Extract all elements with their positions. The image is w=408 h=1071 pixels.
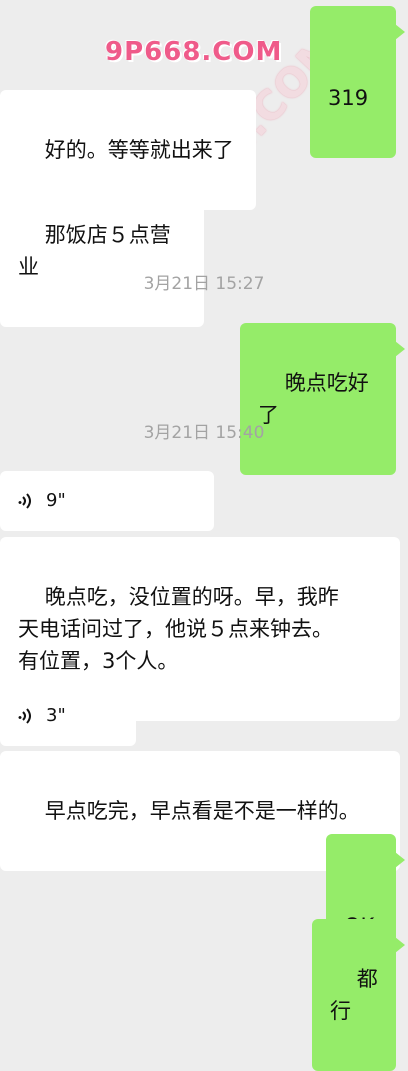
message-text: 晚点吃，没位置的呀。早，我昨 天电话问过了，他说５点来钟去。 有位置，3个人。 bbox=[18, 585, 339, 673]
watermark-9p668: 9P668.COM bbox=[105, 37, 283, 67]
message-text: 早点吃完，早点看是不是一样的。 bbox=[44, 799, 360, 823]
voice-duration: 9" bbox=[46, 490, 66, 511]
message-text: 319 bbox=[328, 86, 369, 110]
chat-window: 9P668.COM 91PORN.COM 319 好的。等等就出来了 那饭店５点… bbox=[0, 0, 408, 1071]
voice-wave-icon bbox=[18, 708, 31, 724]
message-bubble-incoming[interactable]: 那饭店５点营业 bbox=[0, 175, 204, 327]
message-bubble-outgoing[interactable]: 都行 bbox=[312, 919, 405, 1071]
message-bubble-outgoing[interactable]: 319 bbox=[310, 6, 405, 158]
message-timestamp: 3月21日 15:40 bbox=[143, 423, 265, 443]
message-text: 好的。等等就出来了 bbox=[44, 138, 234, 162]
voice-message-bubble[interactable]: 9" bbox=[0, 471, 214, 531]
message-text: 那饭店５点营业 bbox=[18, 223, 171, 279]
voice-duration: 3" bbox=[46, 705, 66, 726]
voice-message-bubble[interactable]: 3" bbox=[0, 686, 136, 746]
message-bubble-outgoing[interactable]: 晚点吃好了 bbox=[240, 323, 405, 475]
message-text: 晚点吃好了 bbox=[258, 371, 369, 427]
message-timestamp: 3月21日 15:27 bbox=[143, 274, 265, 294]
voice-wave-icon bbox=[18, 493, 31, 509]
message-text: 都行 bbox=[330, 967, 378, 1023]
